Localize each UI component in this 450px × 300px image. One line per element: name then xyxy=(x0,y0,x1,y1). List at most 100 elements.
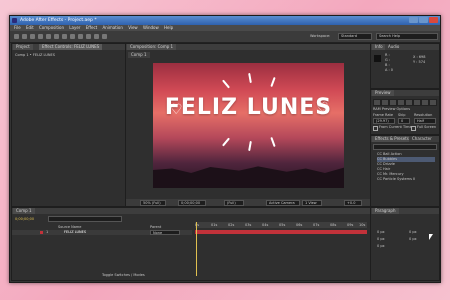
brush-tool-icon[interactable] xyxy=(78,34,83,39)
window-title: Adobe After Effects - Project.aep * xyxy=(20,18,97,23)
timeline-current-time[interactable]: 0;00;00;00 xyxy=(15,217,34,221)
info-b: B : xyxy=(385,63,390,67)
paragraph-indent-first[interactable]: 0 px xyxy=(377,237,385,241)
tab-effects-presets[interactable]: Effects & Presets xyxy=(372,136,412,142)
frame-rate-label: Frame Rate xyxy=(373,113,394,117)
active-camera-select[interactable]: Active Camera xyxy=(266,200,300,206)
preview-tab-row: Preview xyxy=(371,90,439,96)
zoom-select[interactable]: 50% (Full) xyxy=(140,200,166,206)
prev-frame-button[interactable] xyxy=(381,99,389,106)
skip-field[interactable]: 0 xyxy=(398,118,410,124)
comp-footer-bar: 50% (Full) 0;00;00;00 (Full) Active Came… xyxy=(126,199,370,206)
play-button[interactable] xyxy=(389,99,397,106)
burst-ray xyxy=(222,79,230,89)
app-window: Adobe After Effects - Project.aep * File… xyxy=(9,15,441,283)
zoom-tool-icon[interactable] xyxy=(30,34,35,39)
project-tab-row: Project Effect Controls: FELIZ LUNES xyxy=(12,44,125,50)
tab-composition[interactable]: Composition: Comp 1 xyxy=(127,44,177,50)
next-frame-button[interactable] xyxy=(397,99,405,106)
from-current-checkbox[interactable] xyxy=(373,126,378,131)
ruler-tick: 03s xyxy=(245,223,252,227)
exposure-field[interactable]: +0.0 xyxy=(344,200,362,206)
text-tool-icon[interactable] xyxy=(70,34,75,39)
tab-comp1-timeline[interactable]: Comp 1 xyxy=(13,208,35,214)
selection-tool-icon[interactable] xyxy=(14,34,19,39)
burst-ray xyxy=(222,137,230,147)
mouse-cursor-icon xyxy=(429,234,433,240)
maximize-button[interactable] xyxy=(419,17,428,23)
ram-preview-options[interactable]: RAM Preview Options xyxy=(373,107,410,111)
full-screen-checkbox[interactable] xyxy=(411,126,416,131)
tab-project[interactable]: Project xyxy=(13,44,33,50)
puppet-tool-icon[interactable] xyxy=(102,34,107,39)
pen-tool-icon[interactable] xyxy=(62,34,67,39)
effect-controls-header: Comp 1 • FELIZ LUNES xyxy=(15,53,55,57)
tab-character[interactable]: Character xyxy=(409,136,435,142)
timeline-search-input[interactable] xyxy=(48,216,122,222)
stamp-tool-icon[interactable] xyxy=(86,34,91,39)
eraser-tool-icon[interactable] xyxy=(94,34,99,39)
time-ruler[interactable]: 0s 01s 02s 03s 04s 05s 06s 07s 08s 09s 1… xyxy=(195,222,367,228)
minimize-button[interactable] xyxy=(409,17,418,23)
ruler-tick: 04s xyxy=(262,223,269,227)
search-help-input[interactable]: Search Help xyxy=(376,33,438,40)
paragraph-space-before[interactable]: 0 px xyxy=(409,237,417,241)
close-button[interactable] xyxy=(429,17,438,23)
layer-number: 1 xyxy=(46,230,49,234)
playhead[interactable] xyxy=(196,222,197,276)
feliz-lunes-text: FELIZ LUNES xyxy=(164,95,333,120)
tab-audio[interactable]: Audio xyxy=(385,44,403,50)
burst-ray xyxy=(248,72,252,84)
layer-row[interactable]: 1 FELIZ LUNES None xyxy=(12,230,192,235)
skip-label: Skip xyxy=(398,113,406,117)
tab-info[interactable]: Info xyxy=(372,44,386,50)
first-frame-button[interactable] xyxy=(373,99,381,106)
info-panel: Info Audio R : G : B : A : 0 X : 698 Y :… xyxy=(370,43,440,89)
layer-parent-select[interactable]: None xyxy=(150,230,180,235)
tab-preview[interactable]: Preview xyxy=(372,90,394,96)
ruler-tick: 10s xyxy=(359,223,366,227)
last-frame-button[interactable] xyxy=(405,99,413,106)
subtab-comp1[interactable]: Comp 1 xyxy=(128,52,150,58)
paragraph-panel: Paragraph 0 px 0 px 0 px 0 px 0 px xyxy=(370,207,440,281)
paragraph-indent-right[interactable]: 0 px xyxy=(409,230,417,234)
toggle-switches-modes[interactable]: Toggle Switches / Modes xyxy=(102,273,145,277)
effect-item[interactable]: CC Particle Systems II xyxy=(377,177,415,182)
layer-name[interactable]: FELIZ LUNES xyxy=(64,230,86,234)
tools-toolbar: Workspace: Standard Search Help xyxy=(10,31,440,43)
paragraph-space-after[interactable]: 0 px xyxy=(377,244,385,248)
rotate-tool-icon[interactable] xyxy=(38,34,43,39)
resolution-select-preview[interactable]: Half xyxy=(414,118,436,124)
comp-tab-row: Composition: Comp 1 xyxy=(126,44,370,50)
hand-tool-icon[interactable] xyxy=(22,34,27,39)
ram-preview-button[interactable] xyxy=(429,99,437,106)
pan-tool-icon[interactable] xyxy=(54,34,59,39)
resolution-label: Resolution xyxy=(414,113,433,117)
parent-header: Parent xyxy=(150,225,162,229)
current-time-field[interactable]: 0;00;00;00 xyxy=(178,200,206,206)
frame-rate-select[interactable]: (29.97) xyxy=(373,118,395,124)
paragraph-indent-left[interactable]: 0 px xyxy=(377,230,385,234)
composition-panel: Composition: Comp 1 Comp 1 ♡ ♡ FELIZ LUN… xyxy=(125,43,371,207)
color-swatch xyxy=(374,55,381,62)
project-panel: Project Effect Controls: FELIZ LUNES Com… xyxy=(11,43,126,207)
info-x: X : 698 xyxy=(413,55,426,59)
mute-button[interactable] xyxy=(413,99,421,106)
views-select[interactable]: 1 View xyxy=(302,200,322,206)
info-r: R : xyxy=(385,53,390,57)
ruler-tick: 09s xyxy=(347,223,354,227)
loop-button[interactable] xyxy=(421,99,429,106)
layer-duration-bar[interactable] xyxy=(195,230,367,234)
preview-panel: Preview RAM Preview Options Frame Rate S… xyxy=(370,89,440,135)
app-icon xyxy=(12,18,17,23)
effects-tab-row: Effects & Presets Character xyxy=(371,136,439,142)
tab-effect-controls[interactable]: Effect Controls: FELIZ LUNES xyxy=(39,44,103,50)
camera-tool-icon[interactable] xyxy=(46,34,51,39)
resolution-select[interactable]: (Full) xyxy=(224,200,244,206)
composition-viewer[interactable]: ♡ ♡ FELIZ LUNES xyxy=(153,63,344,188)
workspace-select[interactable]: Standard xyxy=(338,33,372,40)
effects-search-input[interactable] xyxy=(373,144,437,150)
ruler-tick: 07s xyxy=(313,223,320,227)
timeline-panel: Comp 1 0;00;00;00 Source Name Parent 1 F… xyxy=(11,207,371,281)
tab-paragraph[interactable]: Paragraph xyxy=(372,208,399,214)
